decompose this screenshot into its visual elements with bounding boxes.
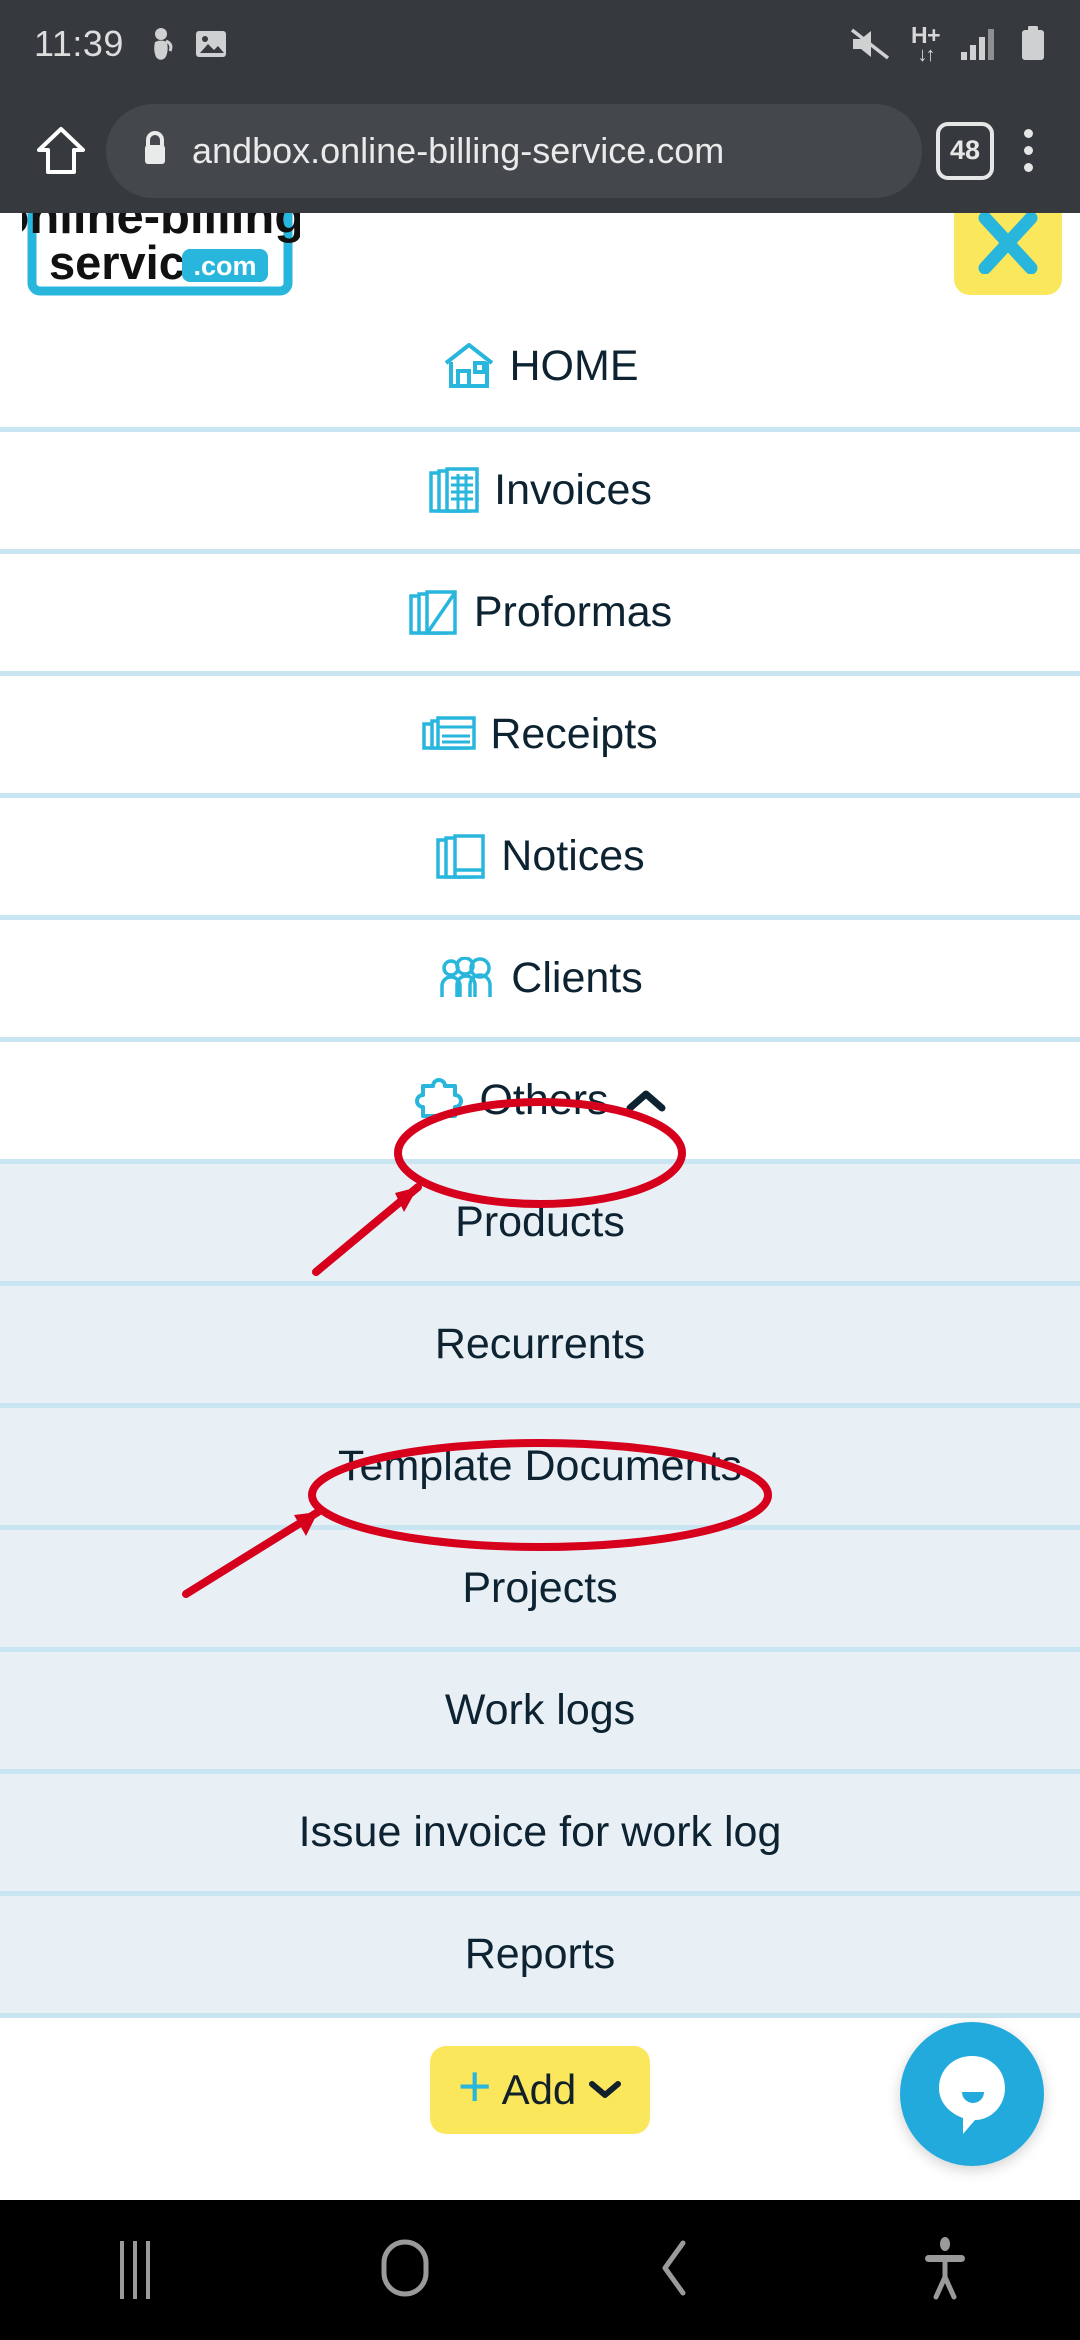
- submenu-item-template-documents[interactable]: Template Documents: [0, 1403, 1080, 1525]
- chevron-up-icon: [625, 1088, 667, 1114]
- menu-item-label: Clients: [511, 954, 643, 1002]
- submenu-item-recurrents[interactable]: Recurrents: [0, 1281, 1080, 1403]
- submenu-item-reports[interactable]: Reports: [0, 1891, 1080, 2013]
- menu-item-label: Recurrents: [434, 1320, 646, 1368]
- main-navigation-menu: HOME Invoices Proformas Receipts Notices…: [0, 305, 1080, 2013]
- menu-item-label: Notices: [501, 832, 645, 880]
- puzzle-icon: [413, 1076, 465, 1126]
- menu-item-label: Invoices: [494, 466, 652, 514]
- submenu-item-issue-invoice-for-work-log[interactable]: Issue invoice for work log: [0, 1769, 1080, 1891]
- hplus-network-icon: H+ ↓↑: [910, 21, 941, 66]
- battery-icon: [1022, 26, 1044, 60]
- webpage-content: online-billing- service .com: [0, 213, 1080, 2200]
- kebab-menu-icon[interactable]: [1004, 118, 1052, 184]
- menu-item-label: Proformas: [473, 588, 673, 636]
- url-text: andbox.online-billing-service.com: [192, 129, 725, 171]
- back-chevron-icon: [657, 2237, 693, 2304]
- browser-home-icon[interactable]: [28, 118, 94, 184]
- recents-icon: [120, 2241, 150, 2299]
- menu-item-invoices[interactable]: Invoices: [0, 427, 1080, 549]
- invoices-icon: [428, 466, 480, 516]
- menu-item-clients[interactable]: Clients: [0, 915, 1080, 1037]
- menu-item-others[interactable]: Others: [0, 1037, 1080, 1159]
- menu-item-label: Work logs: [444, 1686, 636, 1734]
- site-header: online-billing- service .com: [0, 213, 1080, 305]
- tab-count-button[interactable]: 48: [936, 121, 994, 180]
- svg-text:.com: .com: [193, 251, 256, 281]
- signal-icon: [961, 29, 994, 60]
- home-button[interactable]: [270, 2200, 540, 2340]
- menu-item-home[interactable]: HOME: [0, 305, 1080, 427]
- menu-item-label: Template Documents: [338, 1442, 742, 1490]
- chat-bubble-icon: [929, 2046, 1015, 2143]
- back-button[interactable]: [540, 2200, 810, 2340]
- menu-item-label: Others: [479, 1076, 609, 1124]
- house-icon: [442, 341, 496, 391]
- status-clock: 11:39: [34, 23, 124, 64]
- accessibility-button[interactable]: [810, 2200, 1080, 2340]
- menu-item-label: Projects: [462, 1564, 618, 1612]
- submenu-item-products[interactable]: Products: [0, 1159, 1080, 1281]
- address-bar[interactable]: andbox.online-billing-service.com: [106, 103, 922, 198]
- menu-item-label: Receipts: [490, 710, 658, 758]
- accessibility-icon: [921, 2235, 969, 2306]
- clients-icon: [437, 956, 497, 1001]
- add-button[interactable]: + Add: [429, 2045, 651, 2134]
- recents-button[interactable]: [0, 2200, 270, 2340]
- status-right-icons: H+ ↓↑: [849, 21, 1046, 66]
- proformas-icon: [408, 588, 460, 638]
- notices-icon: [435, 832, 487, 882]
- status-left-icons: [146, 27, 228, 61]
- scuba-diver-icon: [154, 28, 173, 60]
- menu-item-label: Products: [455, 1198, 625, 1246]
- phone-screen: 11:39 H+ ↓↑ andbox.online-billing-servic…: [0, 0, 1080, 2340]
- mute-icon: [850, 28, 890, 60]
- menu-item-receipts[interactable]: Receipts: [0, 671, 1080, 793]
- home-square-icon: [377, 2237, 433, 2304]
- menu-item-label: Issue invoice for work log: [298, 1808, 782, 1856]
- chevron-down-icon: [588, 2073, 622, 2107]
- site-logo[interactable]: online-billing- service .com: [0, 213, 321, 299]
- plus-icon: +: [457, 2053, 492, 2119]
- submenu-item-work-logs[interactable]: Work logs: [0, 1647, 1080, 1769]
- android-navigation-bar: [0, 2200, 1080, 2340]
- submenu-item-projects[interactable]: Projects: [0, 1525, 1080, 1647]
- menu-item-label: Reports: [464, 1930, 616, 1978]
- receipts-icon: [422, 715, 477, 755]
- chat-widget-button[interactable]: [900, 2022, 1044, 2166]
- menu-item-label: HOME: [509, 341, 639, 390]
- menu-item-notices[interactable]: Notices: [0, 793, 1080, 915]
- close-menu-button[interactable]: [954, 213, 1062, 295]
- menu-item-proformas[interactable]: Proformas: [0, 549, 1080, 671]
- add-button-label: Add: [501, 2065, 577, 2113]
- lock-icon: [140, 129, 170, 172]
- image-icon: [195, 31, 226, 57]
- status-bar: 11:39 H+ ↓↑: [0, 0, 1080, 88]
- browser-toolbar: andbox.online-billing-service.com 48: [0, 88, 1080, 213]
